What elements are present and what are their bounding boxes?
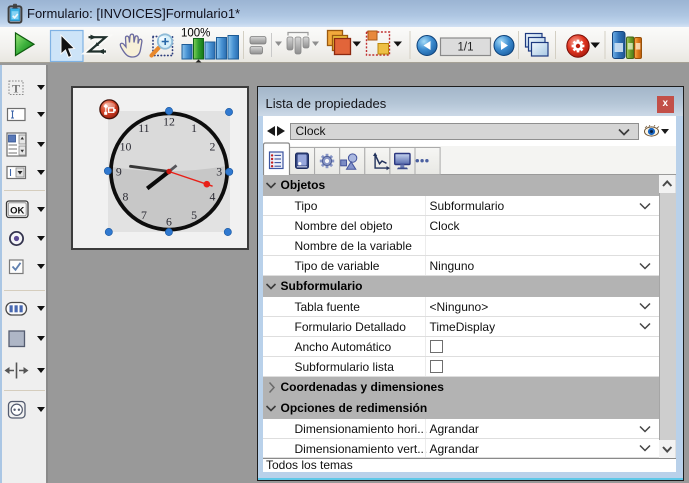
- svg-text:1/1: 1/1: [458, 42, 474, 54]
- svg-text:4: 4: [210, 190, 216, 204]
- svg-text:5: 5: [191, 208, 197, 222]
- svg-text:8: 8: [123, 190, 129, 204]
- svg-text:11: 11: [138, 121, 149, 135]
- svg-text:10: 10: [120, 139, 132, 153]
- svg-text:3: 3: [216, 165, 222, 179]
- svg-text:1: 1: [191, 121, 197, 135]
- svg-text:7: 7: [141, 208, 147, 222]
- svg-text:T: T: [12, 81, 20, 95]
- svg-text:2: 2: [210, 139, 216, 153]
- svg-text:6: 6: [166, 215, 172, 229]
- svg-text:12: 12: [163, 115, 175, 129]
- svg-text:9: 9: [116, 165, 122, 179]
- svg-text:OK: OK: [10, 205, 24, 216]
- svg-text:100%: 100%: [181, 28, 210, 40]
